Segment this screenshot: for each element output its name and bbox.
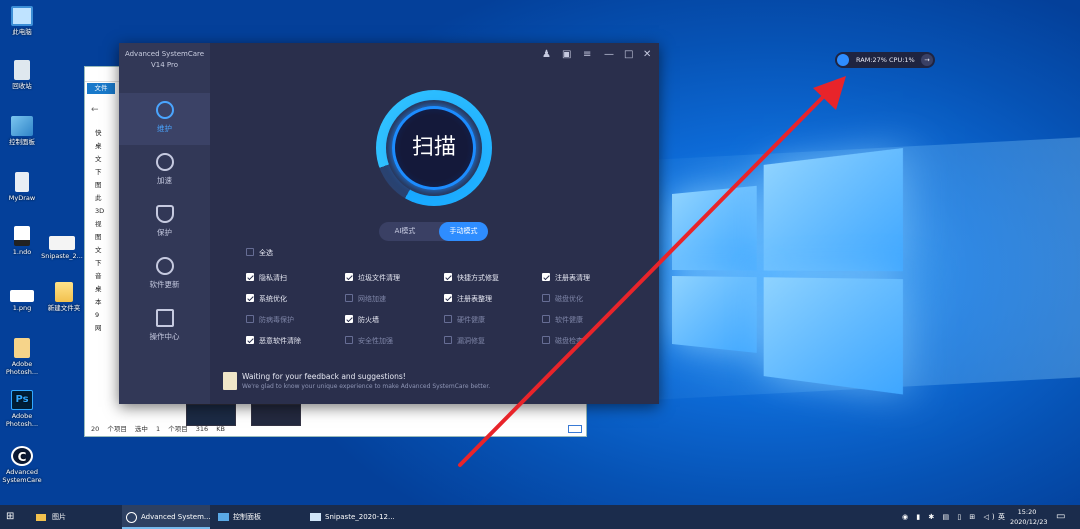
snipaste-icon (310, 513, 321, 521)
taskbar-item-pictures[interactable]: 图片 (30, 505, 116, 529)
notification-icon[interactable]: ▭ (1056, 505, 1065, 529)
annotation-arrow (458, 76, 846, 467)
taskbar-item-control-panel[interactable]: 控制面板 (214, 505, 300, 529)
folder-icon (36, 513, 46, 521)
advanced-systemcare-icon (126, 511, 137, 523)
system-tray[interactable]: ◉ ▮ ✱ ▤ ▯ ⊞ ◁) (902, 505, 1008, 529)
taskbar: ⊞ 图片 Advanced System... 控制面板 Snipaste_20… (0, 505, 1080, 529)
ime-indicator[interactable]: 英 (998, 505, 1005, 529)
start-button[interactable]: ⊞ (6, 505, 22, 529)
clock[interactable]: 15:20 2020/12/23 (1010, 505, 1047, 529)
taskbar-item-snipaste[interactable]: Snipaste_2020-12... (306, 505, 395, 529)
taskbar-item-advanced-systemcare[interactable]: Advanced System... (122, 505, 211, 529)
control-panel-icon (218, 513, 229, 521)
